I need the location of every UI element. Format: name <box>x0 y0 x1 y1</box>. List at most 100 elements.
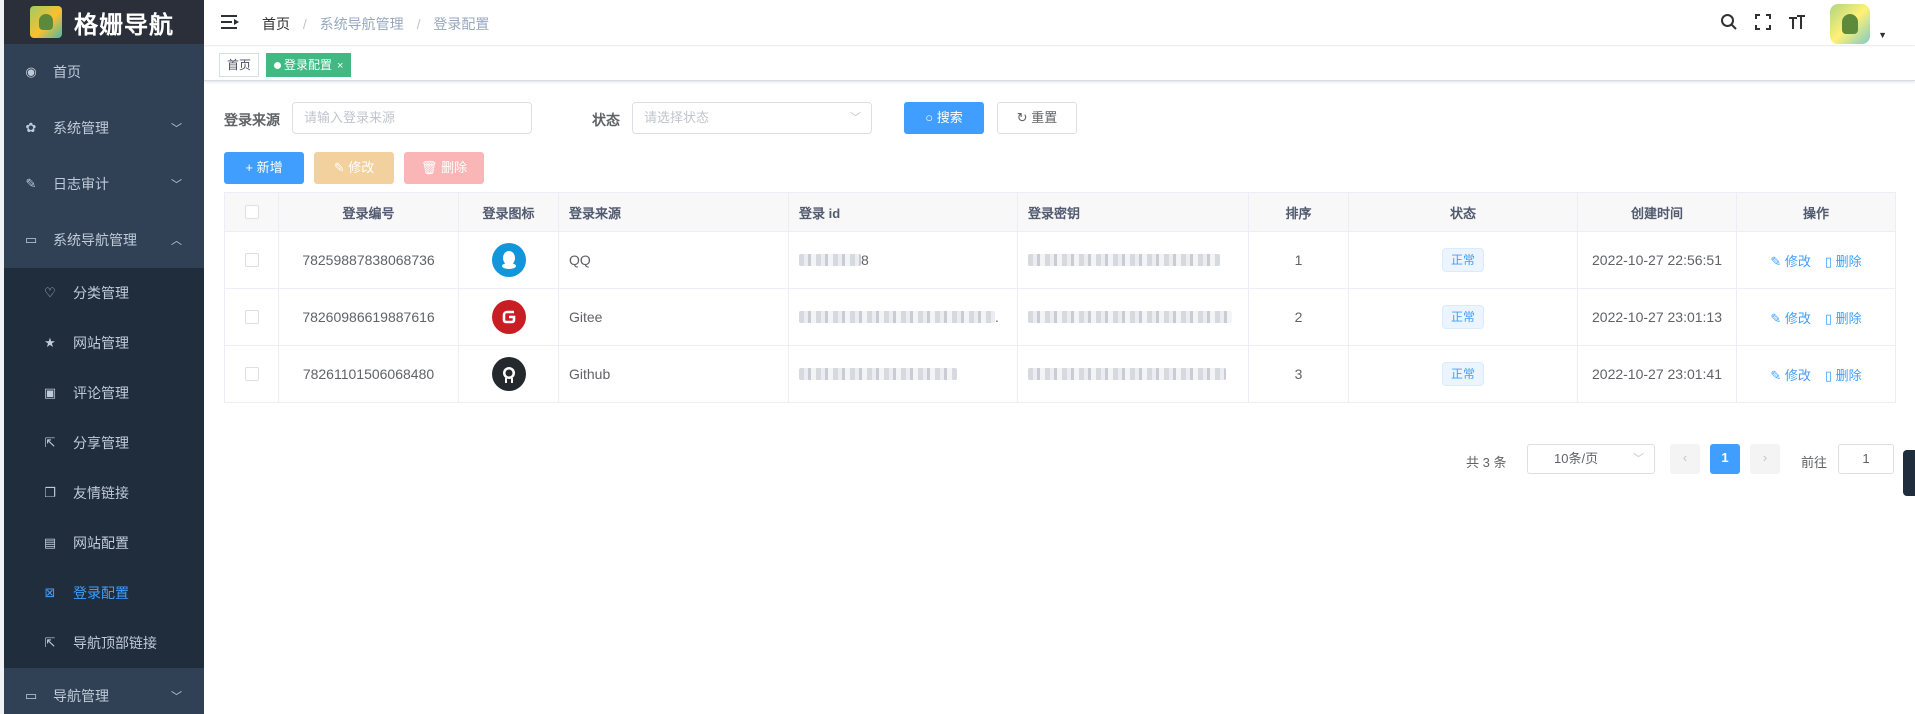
status-placeholder: 请选择状态 <box>644 110 710 125</box>
tag-login-config[interactable]: 登录配置 × <box>266 53 352 77</box>
cell-created: 2022-10-27 23:01:13 <box>1578 289 1737 345</box>
search-icon[interactable] <box>1712 13 1746 36</box>
goto-page-input[interactable]: 1 <box>1838 444 1894 474</box>
chevron-down-icon: ﹀ <box>171 179 182 191</box>
row-edit-link[interactable]: ✎ 修改 <box>1770 251 1811 270</box>
sidebar-item-label: 导航管理 <box>53 688 109 704</box>
table-row[interactable]: 78261101506068480 Github 3 正常 2022-10-27… <box>225 346 1896 403</box>
sidebar-item-nav-manage[interactable]: ▭ 导航管理 ﹀ <box>0 668 204 714</box>
header-cell: 排序 <box>1249 193 1349 231</box>
goto-label: 前往 <box>1801 455 1828 470</box>
header-select-all[interactable] <box>225 193 279 231</box>
sidebar-item-home[interactable]: ◉ 首页 <box>0 44 204 100</box>
sidebar-item-label: 友情链接 <box>73 485 129 501</box>
row-select[interactable] <box>225 232 279 288</box>
sidebar-item-comment[interactable]: ▣ 评论管理 <box>0 368 204 418</box>
row-checkbox[interactable] <box>244 310 259 324</box>
login-config-table: 登录编号 登录图标 登录来源 登录 id 登录密钥 排序 状态 创建时间 操作 … <box>224 192 1896 403</box>
github-icon <box>491 357 526 391</box>
sidebar-item-label: 分类管理 <box>73 285 129 301</box>
table-header: 登录编号 登录图标 登录来源 登录 id 登录密钥 排序 状态 创建时间 操作 <box>225 193 1896 232</box>
delete-button-label: 删除 <box>441 160 468 175</box>
add-button[interactable]: + 新增 <box>224 152 304 184</box>
sidebar-item-share[interactable]: ⇱ 分享管理 <box>0 418 204 468</box>
row-edit-label: 修改 <box>1784 310 1811 326</box>
sidebar-item-log-audit[interactable]: ✎ 日志审计 ﹀ <box>0 156 204 212</box>
row-select[interactable] <box>225 289 279 345</box>
edit-icon: ✎ <box>1770 253 1782 269</box>
reset-button-label: 重置 <box>1031 110 1058 125</box>
sidebar-item-top-link[interactable]: ⇱ 导航顶部链接 <box>0 618 204 668</box>
tag-home[interactable]: 首页 <box>219 53 260 77</box>
gear-icon: ✿ <box>25 120 37 135</box>
row-delete-link[interactable]: ▯ 删除 <box>1825 308 1862 327</box>
active-dot-icon <box>274 62 281 69</box>
link-icon: ⇱ <box>44 635 56 650</box>
sidebar-item-website[interactable]: ★ 网站管理 <box>0 318 204 368</box>
sidebar-item-category[interactable]: ♡ 分类管理 <box>0 268 204 318</box>
table-row[interactable]: 78260986619887616 Gitee . 2 正常 2022-10-2… <box>225 289 1896 346</box>
row-edit-link[interactable]: ✎ 修改 <box>1770 308 1811 327</box>
source-input[interactable]: 请输入登录来源 <box>292 102 532 134</box>
delete-button[interactable]: 🗑 删除 <box>404 152 484 184</box>
masked-secret <box>1028 368 1226 380</box>
status-badge: 正常 <box>1441 248 1484 272</box>
status-badge: 正常 <box>1441 362 1484 386</box>
row-delete-link[interactable]: ▯ 删除 <box>1825 251 1862 270</box>
sidebar-item-label: 导航顶部链接 <box>73 635 157 651</box>
sidebar-item-friend-link[interactable]: ❐ 友情链接 <box>0 468 204 518</box>
table-row[interactable]: 78259887838068736 QQ 8 1 正常 2022-10-27 2… <box>225 232 1896 289</box>
row-checkbox[interactable] <box>244 367 259 381</box>
sidebar-logo[interactable]: 格姗导航 <box>0 0 204 44</box>
reset-button[interactable]: ↻ 重置 <box>997 102 1077 134</box>
font-size-icon[interactable] <box>1780 13 1814 36</box>
avatar[interactable] <box>1830 4 1871 44</box>
comment-icon: ▣ <box>43 385 57 400</box>
plus-icon: + <box>245 160 253 175</box>
header-cell: 状态 <box>1349 193 1578 231</box>
select-all-checkbox[interactable] <box>244 205 259 219</box>
search-button[interactable]: ○ 搜索 <box>904 102 984 134</box>
row-edit-link[interactable]: ✎ 修改 <box>1770 365 1811 384</box>
sidebar-item-nav-system[interactable]: ▭ 系统导航管理 ︿ <box>0 212 204 268</box>
sidebar-item-label: 分享管理 <box>73 435 129 451</box>
cell-sort: 3 <box>1249 346 1349 402</box>
trash-icon: 🗑 <box>420 160 438 175</box>
top-navbar: 首页 / 系统导航管理 / 登录配置 ▼ <box>204 0 1915 46</box>
caret-down-icon[interactable]: ▼ <box>1878 30 1887 40</box>
breadcrumb-home[interactable]: 首页 <box>262 16 290 32</box>
row-select[interactable] <box>225 346 279 402</box>
next-page-button[interactable]: › <box>1750 444 1780 474</box>
search-icon: ○ <box>925 110 934 125</box>
login-icon: ⊠ <box>44 585 56 600</box>
cell-source: QQ <box>559 232 789 288</box>
edit-button[interactable]: ✎ 修改 <box>314 152 394 184</box>
sidebar-item-site-config[interactable]: ▤ 网站配置 <box>0 518 204 568</box>
sidebar-item-label: 系统导航管理 <box>53 232 137 248</box>
navbar-right: ▼ <box>1712 2 1887 46</box>
cell-id: 78261101506068480 <box>279 346 459 402</box>
prev-page-button[interactable]: ‹ <box>1670 444 1700 474</box>
cell-secret <box>1018 232 1249 288</box>
chevron-right-icon: › <box>1762 450 1768 465</box>
close-icon[interactable]: × <box>337 60 343 72</box>
cell-created: 2022-10-27 22:56:51 <box>1578 232 1737 288</box>
cell-sort: 2 <box>1249 289 1349 345</box>
monitor-icon: ▭ <box>24 688 38 703</box>
sidebar-item-system[interactable]: ✿ 系统管理 ﹀ <box>0 100 204 156</box>
page-size-select[interactable]: 10条/页 ﹀ <box>1527 444 1655 474</box>
row-delete-label: 删除 <box>1835 367 1862 383</box>
config-icon: ▤ <box>43 535 57 550</box>
fullscreen-icon[interactable] <box>1746 13 1780 36</box>
row-delete-link[interactable]: ▯ 删除 <box>1825 365 1862 384</box>
row-checkbox[interactable] <box>244 253 259 267</box>
source-placeholder: 请输入登录来源 <box>304 110 396 125</box>
sidebar-item-login-config[interactable]: ⊠ 登录配置 <box>0 568 204 618</box>
masked-secret <box>1028 311 1232 323</box>
masked-login-id <box>799 311 995 323</box>
hamburger-icon[interactable] <box>220 12 240 32</box>
page-number-current[interactable]: 1 <box>1710 444 1740 474</box>
status-select[interactable]: 请选择状态 ﹀ <box>632 102 872 134</box>
side-drawer-handle[interactable] <box>1903 450 1915 496</box>
edit-button-label: 修改 <box>348 160 375 175</box>
